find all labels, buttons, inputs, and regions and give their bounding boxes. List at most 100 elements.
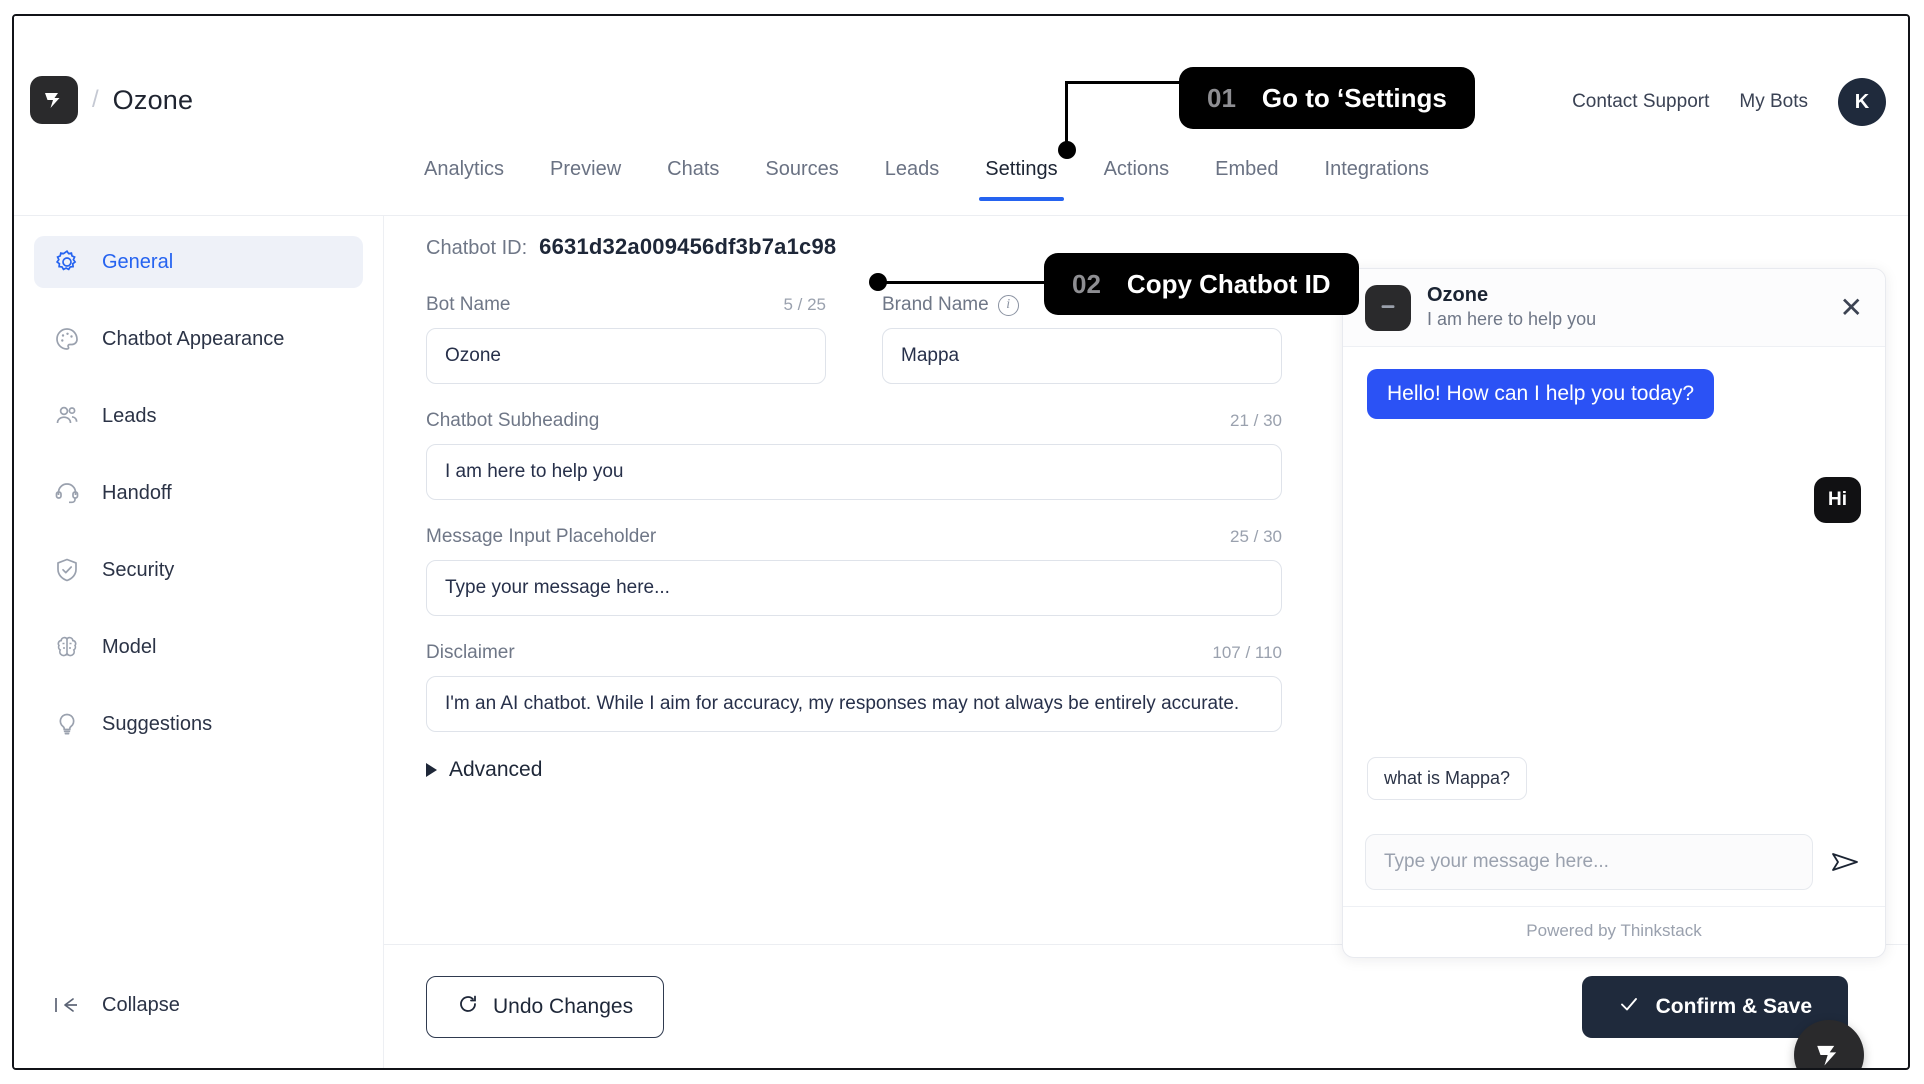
sidebar-item-security[interactable]: Security [34, 544, 363, 596]
collapse-button[interactable]: Collapse [52, 990, 180, 1020]
undo-changes-button[interactable]: Undo Changes [426, 975, 665, 1038]
callout-02-dot [869, 273, 887, 291]
tab-sources[interactable]: Sources [765, 158, 838, 201]
callout-02: 02 Copy Chatbot ID [1044, 253, 1359, 315]
sidebar-item-label: General [102, 250, 174, 273]
message-placeholder-field: Message Input Placeholder 25 / 30 [426, 526, 1282, 616]
brain-icon [52, 632, 82, 662]
contact-support-link[interactable]: Contact Support [1572, 91, 1709, 113]
tab-analytics[interactable]: Analytics [424, 158, 504, 201]
user-message-bubble: Hi [1814, 477, 1861, 523]
bot-name-label: Bot Name [426, 294, 511, 315]
disclaimer-field: Disclaimer 107 / 110 [426, 642, 1282, 732]
bot-name-field: Bot Name 5 / 25 [426, 294, 826, 384]
disclaimer-counter: 107 / 110 [1212, 643, 1282, 662]
tab-bar: Analytics Preview Chats Sources Leads Setting… [14, 154, 1908, 216]
gear-icon [52, 247, 82, 277]
app-window: / Ozone Contact Support My Bots K Analyt… [12, 14, 1910, 1070]
users-icon [52, 401, 82, 431]
confirm-save-label: Confirm & Save [1655, 994, 1812, 1018]
message-placeholder-counter: 25 / 30 [1230, 527, 1282, 546]
brand-name-label-text: Brand Name [882, 294, 989, 315]
sidebar-item-leads[interactable]: Leads [34, 390, 363, 442]
top-right-actions: Contact Support My Bots K [1572, 78, 1886, 126]
sidebar-item-handoff[interactable]: Handoff [34, 467, 363, 519]
breadcrumb-separator: / [92, 86, 99, 113]
callout-02-number: 02 [1072, 268, 1101, 299]
callout-02-text: Copy Chatbot ID [1126, 268, 1331, 299]
callout-01-text: Go to ‘Settings [1261, 82, 1447, 113]
chat-bot-avatar-icon [1365, 284, 1411, 331]
chevron-right-icon [426, 763, 437, 777]
bot-name-counter: 5 / 25 [783, 295, 826, 314]
headset-icon [52, 478, 82, 508]
send-icon[interactable] [1827, 844, 1863, 880]
disclaimer-input[interactable] [426, 676, 1282, 732]
suggestion-chip[interactable]: what is Mappa? [1367, 757, 1528, 800]
callout-01: 01 Go to ‘Settings [1179, 67, 1475, 129]
thinkstack-logo-icon[interactable] [30, 76, 78, 124]
chat-bot-subheading: I am here to help you [1427, 309, 1597, 330]
chat-messages: Hello! How can I help you today? Hi what… [1343, 347, 1885, 822]
chat-bot-name: Ozone [1427, 284, 1489, 307]
tab-settings[interactable]: Settings [979, 158, 1064, 201]
chat-widget-footer: Powered by Thinkstack [1343, 906, 1885, 957]
callout-01-number: 01 [1207, 82, 1236, 113]
page-title: Ozone [112, 84, 194, 115]
breadcrumb: / Ozone [30, 76, 193, 124]
chatbot-id-label: Chatbot ID: [426, 237, 528, 259]
chat-widget: Ozone I am here to help you ✕ Hello! How… [1342, 268, 1886, 958]
avatar[interactable]: K [1838, 78, 1886, 126]
chatbot-id-value[interactable]: 6631d32a009456df3b7a1c98 [539, 234, 836, 260]
sidebar-item-suggestions[interactable]: Suggestions [34, 698, 363, 750]
tab-actions[interactable]: Actions [1104, 158, 1170, 201]
close-icon[interactable]: ✕ [1840, 293, 1863, 322]
tabs: Analytics Preview Chats Sources Leads Setting… [424, 158, 1429, 201]
chatbot-subheading-field: Chatbot Subheading 21 / 30 [426, 410, 1282, 500]
sidebar-item-label: Suggestions [102, 712, 213, 735]
settings-sidebar: General Chatbot Appearance Leads Handoff Sec… [14, 216, 384, 1068]
chatbot-subheading-input[interactable] [426, 444, 1282, 500]
callout-02-arm [876, 281, 1051, 284]
chatbot-subheading-counter: 21 / 30 [1230, 411, 1282, 430]
my-bots-link[interactable]: My Bots [1739, 91, 1808, 113]
tab-integrations[interactable]: Integrations [1325, 158, 1430, 201]
collapse-arrow-icon [52, 990, 82, 1020]
shield-check-icon [52, 555, 82, 585]
tab-chats[interactable]: Chats [667, 158, 719, 201]
collapse-label: Collapse [102, 993, 180, 1016]
info-icon[interactable]: i [997, 294, 1019, 316]
chatbot-subheading-label: Chatbot Subheading [426, 410, 600, 431]
brand-name-input[interactable] [882, 328, 1282, 384]
top-bar: / Ozone Contact Support My Bots K [14, 16, 1908, 144]
sidebar-item-chatbot-appearance[interactable]: Chatbot Appearance [34, 313, 363, 365]
callout-01-stem [1065, 81, 1068, 146]
brand-name-label: Brand Name i [882, 294, 1019, 316]
chat-input-row [1343, 822, 1885, 906]
tab-embed[interactable]: Embed [1215, 158, 1278, 201]
lightbulb-icon [52, 709, 82, 739]
undo-changes-label: Undo Changes [493, 994, 634, 1018]
message-placeholder-input[interactable] [426, 560, 1282, 616]
message-placeholder-label: Message Input Placeholder [426, 526, 657, 547]
sidebar-item-label: Model [102, 635, 157, 658]
palette-icon [52, 324, 82, 354]
sidebar-item-general[interactable]: General [34, 236, 363, 288]
callout-01-arm [1065, 81, 1196, 84]
callout-01-dot [1058, 141, 1076, 159]
sidebar-item-label: Handoff [102, 481, 172, 504]
sidebar-item-label: Leads [102, 404, 157, 427]
sidebar-item-model[interactable]: Model [34, 621, 363, 673]
bot-name-input[interactable] [426, 328, 826, 384]
form-footer: Undo Changes Confirm & Save [384, 944, 1908, 1068]
page-body: General Chatbot Appearance Leads Handoff Sec… [14, 216, 1908, 1068]
sidebar-item-label: Security [102, 558, 175, 581]
advanced-label: Advanced [449, 758, 543, 781]
tab-leads[interactable]: Leads [885, 158, 940, 201]
settings-main: Chatbot ID: 6631d32a009456df3b7a1c98 Bot… [384, 216, 1908, 1068]
chat-message-input[interactable] [1365, 834, 1813, 890]
chat-widget-header: Ozone I am here to help you ✕ [1343, 269, 1885, 347]
tab-preview[interactable]: Preview [550, 158, 621, 201]
refresh-icon [457, 993, 479, 1021]
bot-message-bubble: Hello! How can I help you today? [1367, 369, 1715, 419]
